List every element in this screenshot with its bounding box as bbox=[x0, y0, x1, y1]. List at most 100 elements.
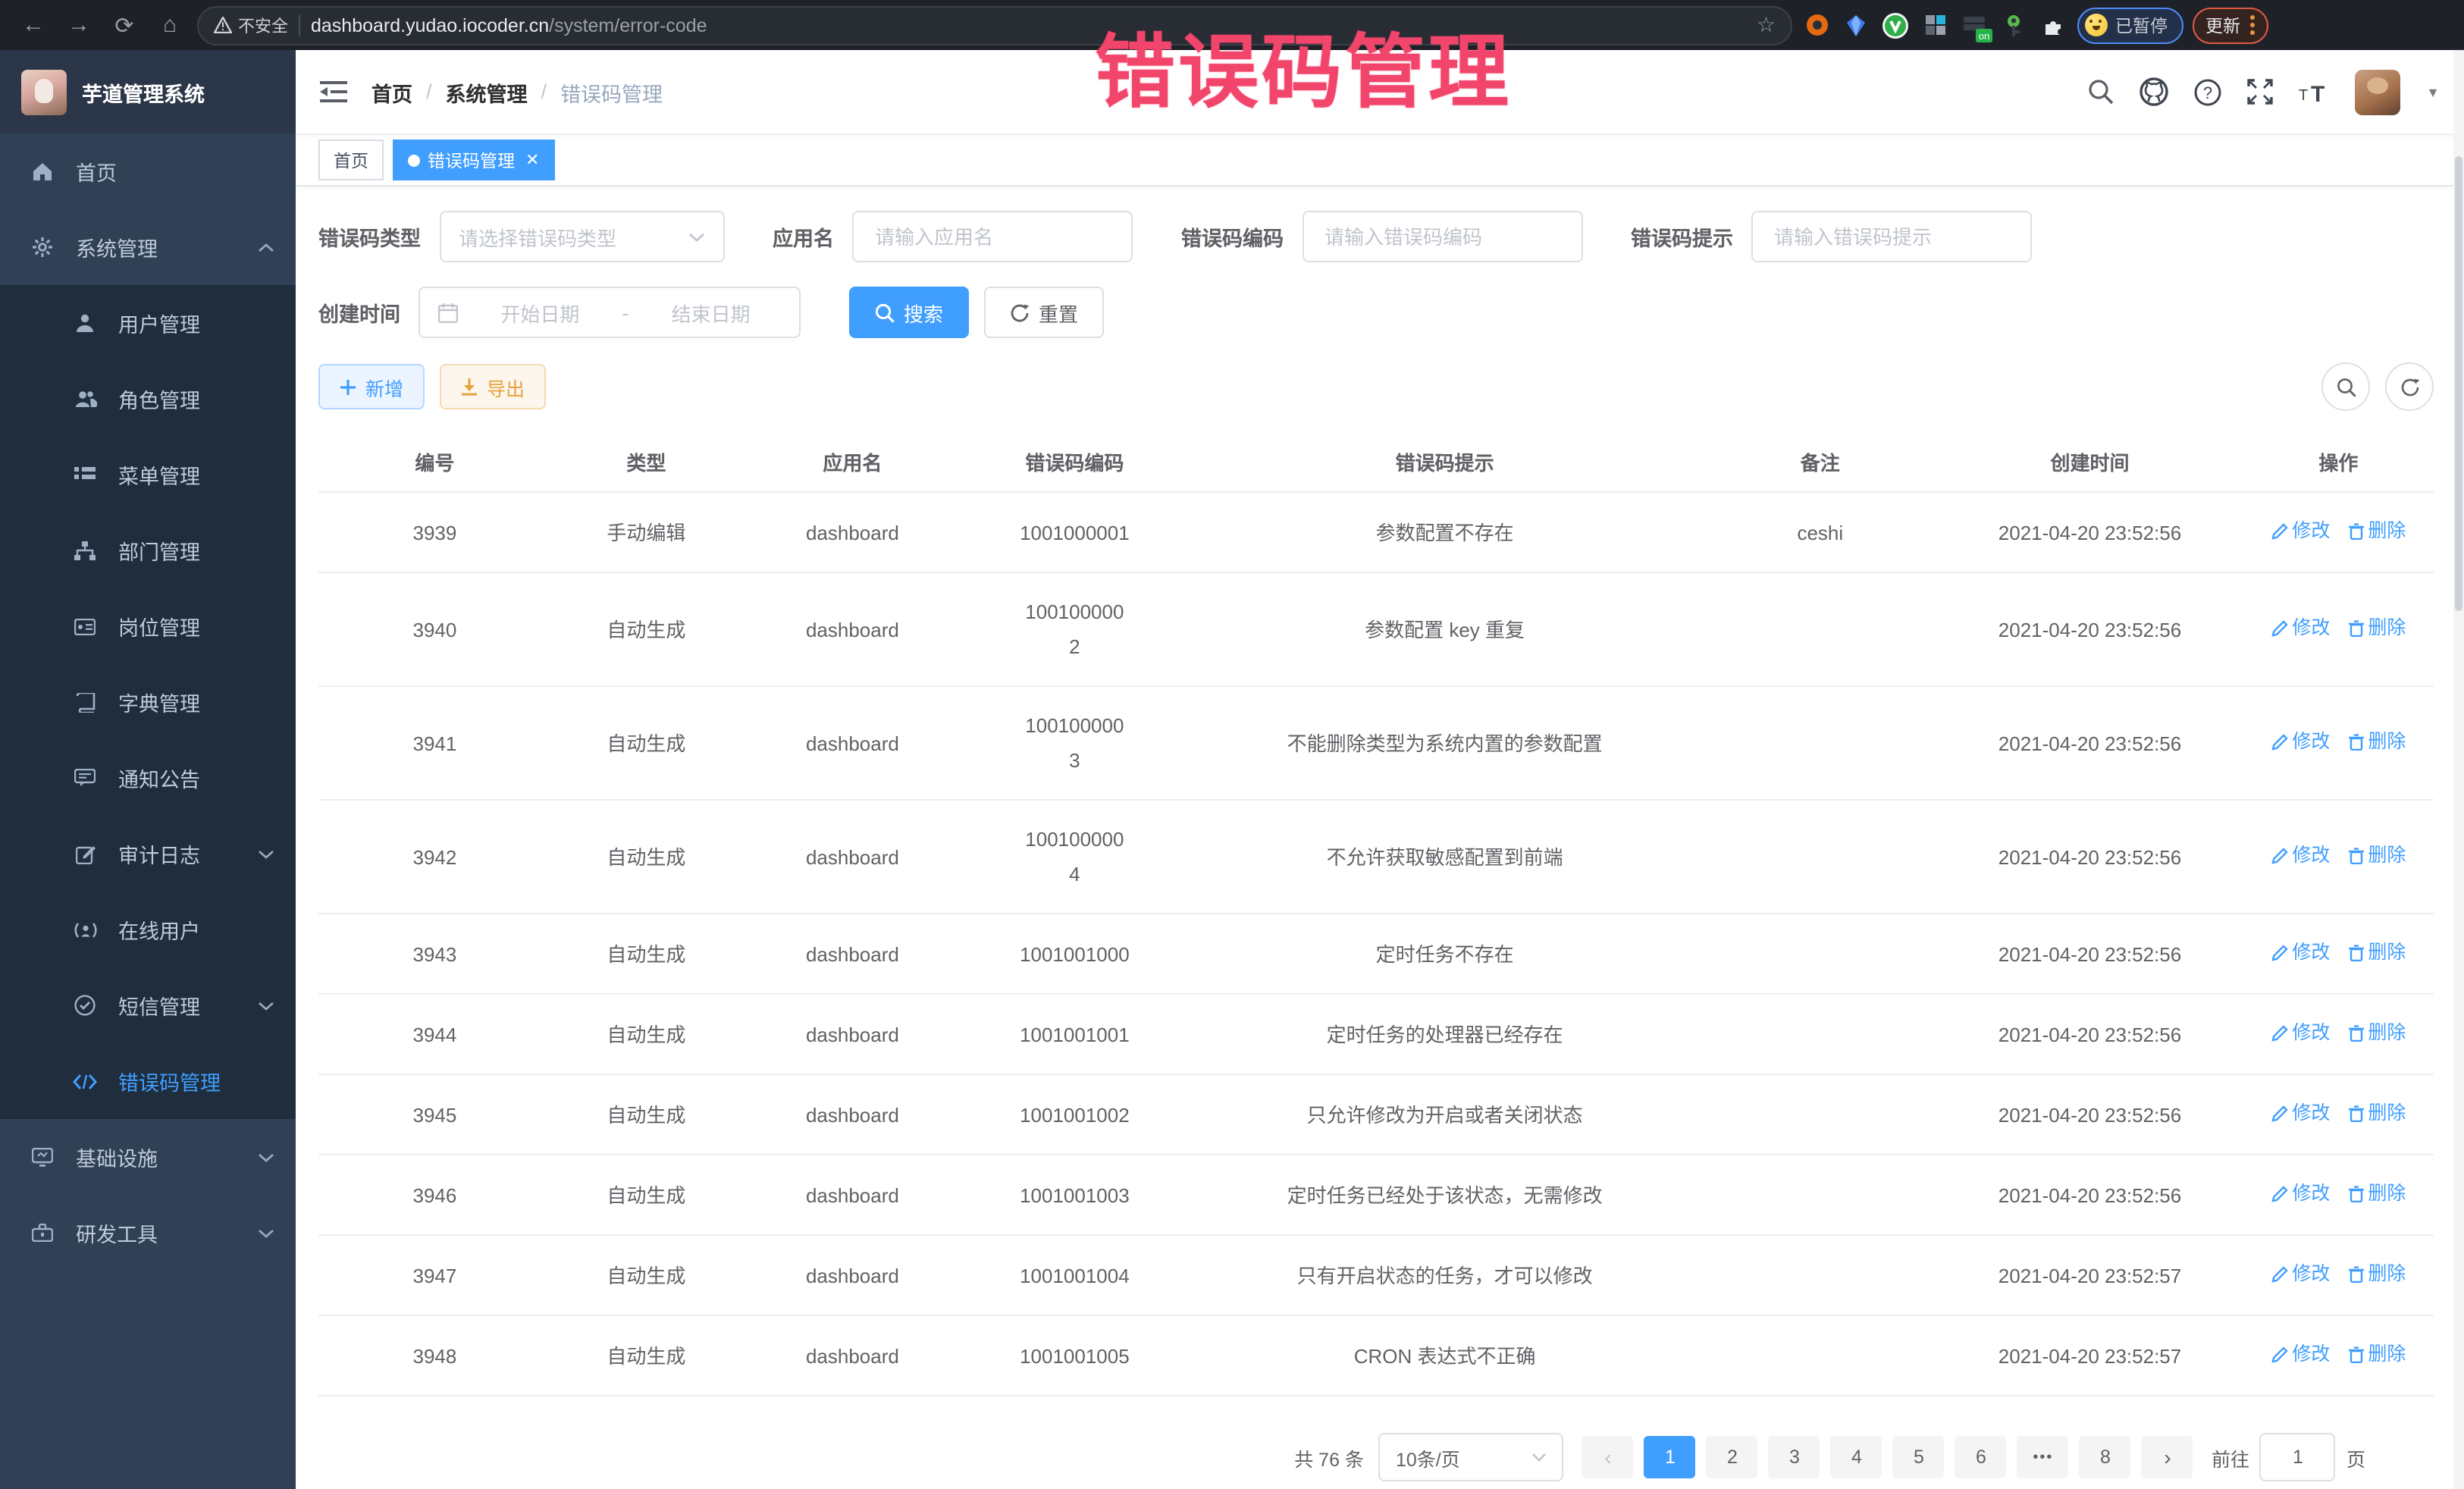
page-scrollbar[interactable] bbox=[2453, 50, 2464, 1489]
security-warning[interactable]: 不安全 bbox=[214, 13, 288, 37]
app-logo[interactable]: 芋道管理系统 bbox=[0, 50, 296, 133]
delete-link[interactable]: 删除 bbox=[2348, 1177, 2406, 1212]
sidebar-item-roles[interactable]: 角色管理 bbox=[0, 361, 296, 437]
sidebar-item-users[interactable]: 用户管理 bbox=[0, 285, 296, 361]
sidebar-item-departments[interactable]: 部门管理 bbox=[0, 513, 296, 588]
breadcrumb-home[interactable]: 首页 bbox=[371, 77, 412, 107]
edit-link[interactable]: 修改 bbox=[2271, 1016, 2330, 1051]
goto-page-input[interactable] bbox=[2260, 1433, 2336, 1481]
extension-puzzle-icon[interactable] bbox=[2038, 10, 2068, 40]
edit-link[interactable]: 修改 bbox=[2271, 1337, 2330, 1372]
delete-link[interactable]: 删除 bbox=[2348, 611, 2406, 646]
error-code-input[interactable] bbox=[1321, 224, 1563, 249]
sidebar-collapse-icon[interactable] bbox=[320, 80, 347, 103]
search-button[interactable]: 搜索 bbox=[849, 287, 969, 338]
bookmark-star-icon[interactable]: ☆ bbox=[1757, 12, 1776, 38]
sidebar-item-posts[interactable]: 岗位管理 bbox=[0, 588, 296, 664]
sidebar-item-home[interactable]: 首页 bbox=[0, 133, 296, 209]
tag-label: 错误码管理 bbox=[428, 148, 515, 172]
github-icon[interactable] bbox=[2140, 77, 2168, 106]
sidebar-item-online-users[interactable]: 在线用户 bbox=[0, 892, 296, 967]
export-button[interactable]: 导出 bbox=[440, 364, 546, 409]
col-code: 错误码编码 bbox=[964, 432, 1186, 492]
sidebar-item-dictionary[interactable]: 字典管理 bbox=[0, 664, 296, 740]
font-size-icon[interactable]: TT bbox=[2299, 80, 2329, 103]
cell-code: 1001001000 bbox=[964, 914, 1186, 994]
search-icon[interactable] bbox=[2088, 79, 2114, 105]
edit-link[interactable]: 修改 bbox=[2271, 936, 2330, 970]
sidebar-item-audit-log[interactable]: 审计日志 bbox=[0, 816, 296, 892]
prev-page-button[interactable]: ‹ bbox=[1582, 1436, 1634, 1478]
avatar-caret-icon[interactable]: ▼ bbox=[2426, 84, 2440, 99]
user-avatar[interactable] bbox=[2355, 69, 2400, 114]
page-button[interactable]: 5 bbox=[1893, 1436, 1945, 1478]
sidebar-item-menus[interactable]: 菜单管理 bbox=[0, 437, 296, 513]
app-name-input[interactable] bbox=[872, 224, 1113, 249]
delete-link[interactable]: 删除 bbox=[2348, 514, 2406, 549]
sidebar-item-error-code[interactable]: 错误码管理 bbox=[0, 1043, 296, 1119]
address-bar[interactable]: 不安全 dashboard.yudao.iocoder.cn/system/er… bbox=[197, 5, 1792, 45]
forward-icon[interactable]: → bbox=[61, 7, 97, 43]
delete-link[interactable]: 删除 bbox=[2348, 1337, 2406, 1372]
page-button[interactable]: 1 bbox=[1644, 1436, 1696, 1478]
hide-search-icon[interactable] bbox=[2321, 362, 2370, 411]
add-button[interactable]: 新增 bbox=[318, 364, 425, 409]
extension-tampermonkey-icon[interactable]: on bbox=[1959, 10, 1989, 40]
delete-link[interactable]: 删除 bbox=[2348, 936, 2406, 970]
edit-link[interactable]: 修改 bbox=[2271, 514, 2330, 549]
tag-close-icon[interactable]: ✕ bbox=[525, 150, 539, 170]
extension-squares-icon[interactable] bbox=[1920, 10, 1950, 40]
fullscreen-icon[interactable] bbox=[2247, 79, 2273, 105]
table-row: 3945 自动生成 dashboard 1001001002 只允许修改为开启或… bbox=[318, 1074, 2434, 1155]
delete-link[interactable]: 删除 bbox=[2348, 839, 2406, 873]
sidebar-item-notices[interactable]: 通知公告 bbox=[0, 740, 296, 816]
sidebar-item-dev-tools[interactable]: 研发工具 bbox=[0, 1195, 296, 1271]
edit-link[interactable]: 修改 bbox=[2271, 1177, 2330, 1212]
extension-orange-icon[interactable] bbox=[1801, 10, 1832, 40]
back-icon[interactable]: ← bbox=[15, 7, 52, 43]
delete-link[interactable]: 删除 bbox=[2348, 1257, 2406, 1292]
page-button[interactable]: 4 bbox=[1831, 1436, 1882, 1478]
next-page-button[interactable]: › bbox=[2142, 1436, 2193, 1478]
chevron-down-icon bbox=[1532, 1453, 1547, 1462]
tag-home[interactable]: 首页 bbox=[318, 139, 384, 180]
breadcrumb-system[interactable]: 系统管理 bbox=[446, 77, 528, 107]
tag-error-code[interactable]: 错误码管理 ✕ bbox=[393, 139, 554, 180]
page-size-select[interactable]: 10条/页 bbox=[1379, 1433, 1564, 1481]
browser-menu-icon[interactable] bbox=[2249, 15, 2254, 35]
error-hint-input[interactable] bbox=[1771, 224, 2012, 249]
edit-link[interactable]: 修改 bbox=[2271, 725, 2330, 760]
page-button[interactable]: 8 bbox=[2080, 1436, 2131, 1478]
delete-link[interactable]: 删除 bbox=[2348, 725, 2406, 760]
sidebar-item-system[interactable]: 系统管理 bbox=[0, 209, 296, 285]
help-icon[interactable]: ? bbox=[2194, 78, 2221, 105]
extension-green-circle-icon[interactable] bbox=[1880, 10, 1911, 40]
edit-link[interactable]: 修改 bbox=[2271, 839, 2330, 873]
extension-key-icon[interactable] bbox=[1998, 10, 2029, 40]
page-button[interactable]: 2 bbox=[1707, 1436, 1758, 1478]
refresh-table-icon[interactable] bbox=[2385, 362, 2434, 411]
sidebar-item-label: 用户管理 bbox=[118, 308, 274, 338]
edit-link[interactable]: 修改 bbox=[2271, 1096, 2330, 1131]
home-browser-icon[interactable]: ⌂ bbox=[152, 7, 188, 43]
cell-remark bbox=[1704, 994, 1936, 1074]
edit-link[interactable]: 修改 bbox=[2271, 611, 2330, 646]
url-text[interactable]: dashboard.yudao.iocoder.cn/system/error-… bbox=[311, 14, 1746, 36]
sidebar-item-infrastructure[interactable]: 基础设施 bbox=[0, 1119, 296, 1195]
scrollbar-thumb[interactable] bbox=[2455, 156, 2462, 611]
sidebar-item-sms[interactable]: 短信管理 bbox=[0, 967, 296, 1043]
date-range-picker[interactable]: 开始日期 - 结束日期 bbox=[419, 287, 801, 338]
error-type-select[interactable]: 请选择错误码类型 bbox=[439, 211, 724, 262]
more-pages-button[interactable]: ••• bbox=[2017, 1436, 2069, 1478]
delete-link[interactable]: 删除 bbox=[2348, 1096, 2406, 1131]
delete-link[interactable]: 删除 bbox=[2348, 1016, 2406, 1051]
reload-icon[interactable]: ⟳ bbox=[106, 7, 143, 43]
extension-gem-icon[interactable] bbox=[1841, 10, 1871, 40]
extension-paused-badge[interactable]: 已暂停 bbox=[2077, 7, 2183, 43]
reset-button[interactable]: 重置 bbox=[984, 287, 1104, 338]
page-button[interactable]: 3 bbox=[1769, 1436, 1820, 1478]
browser-update-button[interactable]: 更新 bbox=[2192, 7, 2268, 43]
page-button[interactable]: 6 bbox=[1955, 1436, 2007, 1478]
edit-link[interactable]: 修改 bbox=[2271, 1257, 2330, 1292]
cell-time: 2021-04-20 23:52:56 bbox=[1936, 1155, 2243, 1235]
